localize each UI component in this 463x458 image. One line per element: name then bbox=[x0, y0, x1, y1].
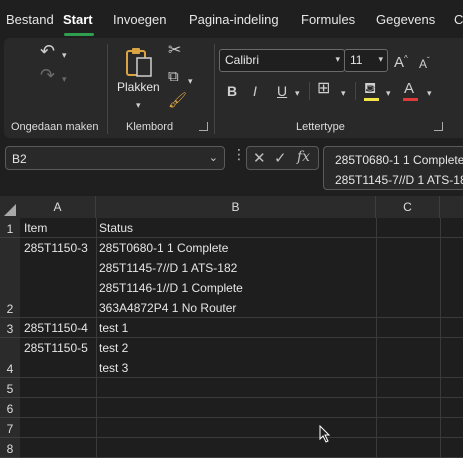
ribbon-tabs: Bestand Start Invoegen Pagina-indeling F… bbox=[0, 0, 463, 38]
group-divider bbox=[214, 44, 215, 134]
cell-b3[interactable]: test 1 bbox=[99, 318, 128, 338]
select-all-icon bbox=[4, 204, 16, 216]
font-color-icon[interactable]: A bbox=[404, 81, 414, 96]
font-launcher-icon[interactable] bbox=[434, 122, 443, 131]
bold-icon[interactable]: B bbox=[227, 84, 237, 98]
tab-formules[interactable]: Formules bbox=[301, 12, 355, 27]
cell-b2[interactable]: 285T0680-1 1 Complete 285T1145-7//D 1 AT… bbox=[99, 238, 243, 318]
clipboard-group-label: Klembord bbox=[126, 121, 174, 133]
formula-bar: B2 ⌄ ⋮ ✕ ✓ fx 285T0680-1 1 Complete 285T… bbox=[0, 138, 463, 194]
tab-invoegen[interactable]: Invoegen bbox=[113, 12, 167, 27]
row-header-5[interactable]: 5 bbox=[0, 378, 20, 398]
fill-color-swatch bbox=[364, 98, 379, 101]
formula-input[interactable]: 285T0680-1 1 Complete 285T1145-7//D 1 AT… bbox=[323, 146, 463, 190]
table-row bbox=[20, 398, 463, 418]
tab-pagina-indeling[interactable]: Pagina-indeling bbox=[189, 12, 279, 27]
column-header-b[interactable]: B bbox=[96, 196, 376, 218]
formula-line: 285T1145-7//D 1 ATS-182 bbox=[335, 173, 463, 187]
cell-a3[interactable]: 285T1150-4 bbox=[24, 318, 88, 338]
formula-line: 285T0680-1 1 Complete bbox=[335, 153, 463, 167]
cell-a1[interactable]: Item bbox=[24, 218, 47, 238]
chevron-down-icon: ▾ bbox=[335, 54, 340, 64]
paste-label[interactable]: Plakken bbox=[117, 80, 160, 94]
undo-icon[interactable]: ↶ bbox=[40, 42, 55, 60]
formula-buttons: ✕ ✓ fx bbox=[246, 146, 319, 170]
paste-icon[interactable] bbox=[124, 46, 154, 80]
name-box-value: B2 bbox=[12, 152, 27, 166]
undo-group-label: Ongedaan maken bbox=[11, 121, 99, 133]
group-divider bbox=[309, 82, 310, 100]
cell-line: 285T1145-7//D 1 ATS-182 bbox=[99, 261, 238, 275]
font-family-value: Calibri bbox=[225, 53, 260, 67]
font-group-label: Lettertype bbox=[296, 121, 345, 133]
underline-dropdown-icon[interactable]: ▾ bbox=[295, 86, 300, 100]
cell-line: 285T0680-1 1 Complete bbox=[99, 241, 229, 255]
table-row bbox=[20, 218, 463, 238]
fill-color-dropdown-icon[interactable]: ▾ bbox=[386, 86, 391, 100]
column-header-a[interactable]: A bbox=[20, 196, 96, 218]
cell-a4[interactable]: 285T1150-5 bbox=[24, 338, 88, 358]
row-header-7[interactable]: 7 bbox=[0, 418, 20, 438]
enter-icon[interactable]: ✓ bbox=[274, 149, 287, 167]
decrease-font-icon[interactable]: Aˇ bbox=[419, 54, 430, 71]
cut-icon[interactable]: ✂ bbox=[168, 43, 181, 59]
column-header-c[interactable]: C bbox=[376, 196, 440, 218]
table-row bbox=[20, 378, 463, 398]
fill-color-icon[interactable]: ⛾ bbox=[364, 81, 376, 96]
increase-font-icon[interactable]: A^ bbox=[394, 52, 408, 70]
clipboard-launcher-icon[interactable] bbox=[199, 122, 208, 131]
font-size-select[interactable]: 11 ▾ bbox=[344, 49, 388, 72]
format-painter-icon[interactable]: 🖌 bbox=[168, 93, 187, 108]
group-divider bbox=[355, 82, 356, 100]
cell-line: test 2 bbox=[99, 341, 129, 355]
cell-line: 285T1146-1//D 1 Complete bbox=[99, 281, 243, 295]
tab-overflow[interactable]: C bbox=[454, 12, 463, 27]
chevron-down-icon: ⌄ bbox=[208, 152, 218, 164]
row-header-6[interactable]: 6 bbox=[0, 398, 20, 418]
tab-bestand[interactable]: Bestand bbox=[6, 12, 54, 27]
borders-icon[interactable]: ⊞ bbox=[317, 81, 330, 97]
row-header-3[interactable]: 3 bbox=[0, 318, 20, 338]
ribbon: ↶ ▾ ↷ ▾ Ongedaan maken Plakken ▾ ✂ ⧉ ▾ 🖌… bbox=[4, 38, 463, 138]
cell-a2[interactable]: 285T1150-3 bbox=[24, 238, 88, 258]
font-color-dropdown-icon[interactable]: ▾ bbox=[427, 86, 432, 100]
table-row bbox=[20, 418, 463, 438]
borders-dropdown-icon[interactable]: ▾ bbox=[341, 86, 346, 100]
column-header-d[interactable] bbox=[440, 196, 463, 218]
tab-gegevens[interactable]: Gegevens bbox=[376, 12, 435, 27]
font-family-select[interactable]: Calibri ▾ bbox=[219, 49, 345, 72]
font-size-value: 11 bbox=[350, 53, 363, 67]
table-row bbox=[20, 438, 463, 458]
redo-icon[interactable]: ↷ bbox=[40, 66, 55, 84]
undo-dropdown-icon[interactable]: ▾ bbox=[62, 48, 67, 62]
row-header-4[interactable]: 4 bbox=[0, 338, 20, 378]
copy-icon[interactable]: ⧉ bbox=[168, 69, 179, 84]
font-color-swatch bbox=[403, 98, 418, 101]
cell-line: 363A4872P4 1 No Router bbox=[99, 301, 237, 315]
spreadsheet-grid: A B C 1 2 3 4 5 6 7 8 Item Status 285T11… bbox=[0, 194, 463, 458]
insert-function-button[interactable]: fx bbox=[297, 149, 310, 165]
group-divider bbox=[107, 44, 108, 134]
more-icon[interactable]: ⋮ bbox=[232, 146, 246, 163]
select-all-button[interactable] bbox=[0, 196, 20, 218]
name-box[interactable]: B2 ⌄ bbox=[5, 146, 225, 170]
copy-dropdown-icon[interactable]: ▾ bbox=[188, 74, 193, 88]
mouse-cursor-icon bbox=[319, 424, 331, 448]
cell-b4[interactable]: test 2 test 3 bbox=[99, 338, 128, 378]
row-header-2[interactable]: 2 bbox=[0, 238, 20, 318]
tab-start[interactable]: Start bbox=[63, 12, 93, 27]
cancel-icon[interactable]: ✕ bbox=[253, 149, 266, 167]
italic-icon[interactable]: I bbox=[253, 84, 257, 98]
row-header-8[interactable]: 8 bbox=[0, 438, 20, 458]
underline-icon[interactable]: U bbox=[277, 84, 287, 98]
cell-line: test 3 bbox=[99, 361, 129, 375]
chevron-down-icon: ▾ bbox=[378, 54, 383, 64]
paste-dropdown-icon[interactable]: ▾ bbox=[136, 98, 141, 112]
active-tab-indicator bbox=[64, 33, 94, 36]
redo-dropdown-icon[interactable]: ▾ bbox=[62, 72, 67, 86]
row-header-1[interactable]: 1 bbox=[0, 218, 20, 238]
cell-b1[interactable]: Status bbox=[99, 218, 133, 238]
